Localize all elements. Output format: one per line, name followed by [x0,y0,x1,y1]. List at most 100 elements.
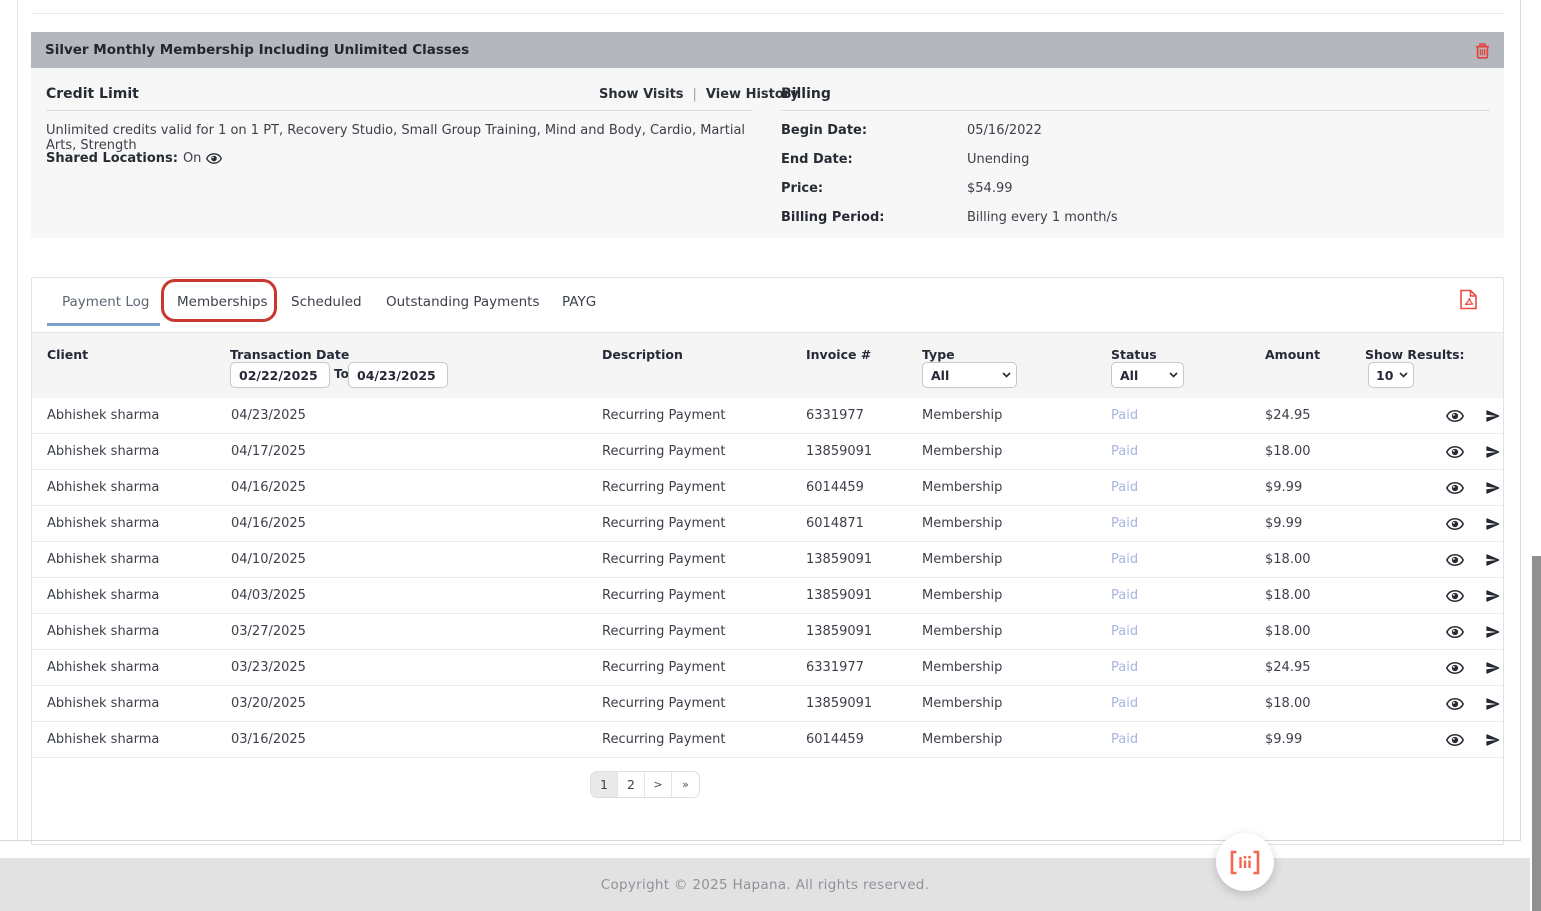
tab-payment-log[interactable]: Payment Log [62,288,150,316]
send-receipt-button[interactable] [1485,480,1501,496]
send-receipt-button[interactable] [1485,444,1501,460]
send-receipt-button[interactable] [1485,516,1501,532]
view-payment-button[interactable] [1446,518,1464,530]
page-right-border [1520,0,1521,841]
cell-date: 04/16/2025 [231,470,306,505]
eye-icon [1446,590,1464,602]
view-payment-button[interactable] [1446,626,1464,638]
billing-label: Billing Period: [781,210,884,225]
eye-icon [1446,554,1464,566]
cell-invoice: 6014459 [806,722,864,757]
billing-field-billing-period: Billing Period: Billing every 1 month/s [781,210,1490,230]
credit-limit-heading: Credit Limit [46,86,139,102]
cell-status: Paid [1111,614,1138,649]
active-tab-indicator [47,323,160,326]
table-row: Abhishek sharma 04/10/2025 Recurring Pay… [32,542,1503,578]
delete-membership-button[interactable] [1475,42,1490,59]
view-payment-button[interactable] [1446,446,1464,458]
date-from-input[interactable] [230,362,330,388]
cell-status: Paid [1111,686,1138,721]
send-receipt-button[interactable] [1485,624,1501,640]
vertical-scrollbar[interactable] [1532,556,1541,911]
eye-icon [1446,662,1464,674]
eye-icon[interactable] [206,153,222,164]
status-filter-select[interactable]: All [1111,362,1184,388]
copyright-text: Copyright © 2025 Hapana. All rights rese… [601,877,930,893]
eye-icon [1446,698,1464,710]
tab-outstanding-payments[interactable]: Outstanding Payments [386,288,540,316]
column-header-description: Description [602,347,683,362]
cell-status: Paid [1111,650,1138,685]
view-payment-button[interactable] [1446,662,1464,674]
view-payment-button[interactable] [1446,410,1464,422]
pdf-export-icon [1459,289,1478,310]
cell-status: Paid [1111,506,1138,541]
eye-icon [1446,482,1464,494]
cell-date: 04/10/2025 [231,542,306,577]
send-icon [1485,480,1501,496]
barcode-scan-fab[interactable] [1216,833,1274,891]
send-receipt-button[interactable] [1485,408,1501,424]
cell-invoice: 6014459 [806,470,864,505]
tab-payg[interactable]: PAYG [562,288,596,316]
send-receipt-button[interactable] [1485,660,1501,676]
show-visits-link[interactable]: Show Visits [599,87,684,102]
cell-amount: $24.95 [1265,650,1311,685]
next-page-button[interactable]: > [645,772,672,797]
billing-field-end-date: End Date: Unending [781,152,1490,172]
row-actions [1446,434,1501,469]
cell-amount: $18.00 [1265,542,1311,577]
export-pdf-button[interactable] [1459,289,1478,314]
eye-icon [1446,446,1464,458]
cell-client: Abhishek sharma [47,578,159,613]
cell-type: Membership [922,506,1002,541]
membership-title-bar: Silver Monthly Membership Including Unli… [31,32,1504,68]
view-payment-button[interactable] [1446,590,1464,602]
date-to-input[interactable] [348,362,448,388]
send-receipt-button[interactable] [1485,696,1501,712]
shared-locations-value: On [183,151,201,166]
table-row: Abhishek sharma 03/20/2025 Recurring Pay… [32,686,1503,722]
row-actions [1446,722,1501,757]
cell-invoice: 6014871 [806,506,864,541]
shared-locations-row: Shared Locations: On [46,151,222,166]
row-actions [1446,506,1501,541]
table-row: Abhishek sharma 04/23/2025 Recurring Pay… [32,398,1503,434]
view-payment-button[interactable] [1446,734,1464,746]
cell-invoice: 13859091 [806,578,872,613]
cell-date: 04/17/2025 [231,434,306,469]
cell-description: Recurring Payment [602,578,725,613]
table-filter-header: Client Transaction Date Description Invo… [32,332,1503,398]
cell-client: Abhishek sharma [47,542,159,577]
cell-date: 03/20/2025 [231,686,306,721]
table-row: Abhishek sharma 03/23/2025 Recurring Pay… [32,650,1503,686]
cell-status: Paid [1111,434,1138,469]
eye-icon [1446,734,1464,746]
view-payment-button[interactable] [1446,554,1464,566]
tab-scheduled[interactable]: Scheduled [291,288,362,316]
cell-client: Abhishek sharma [47,650,159,685]
view-payment-button[interactable] [1446,482,1464,494]
cell-status: Paid [1111,722,1138,757]
page-button-1[interactable]: 1 [591,772,618,797]
send-receipt-button[interactable] [1485,732,1501,748]
row-actions [1446,542,1501,577]
cell-amount: $9.99 [1265,722,1302,757]
billing-value: 05/16/2022 [967,123,1042,138]
send-receipt-button[interactable] [1485,588,1501,604]
cell-client: Abhishek sharma [47,398,159,433]
send-icon [1485,624,1501,640]
view-payment-button[interactable] [1446,698,1464,710]
send-receipt-button[interactable] [1485,552,1501,568]
cell-type: Membership [922,578,1002,613]
show-results-select[interactable]: 10 [1368,362,1414,388]
cell-invoice: 6331977 [806,398,864,433]
page-button-2[interactable]: 2 [618,772,645,797]
cell-invoice: 13859091 [806,614,872,649]
cell-amount: $18.00 [1265,578,1311,613]
type-filter-select[interactable]: All [922,362,1017,388]
billing-heading: Billing [781,86,831,102]
membership-details-panel: Credit Limit Show Visits|View History Un… [31,68,1504,238]
tab-memberships[interactable]: Memberships [177,288,267,316]
last-page-button[interactable]: » [672,772,699,797]
